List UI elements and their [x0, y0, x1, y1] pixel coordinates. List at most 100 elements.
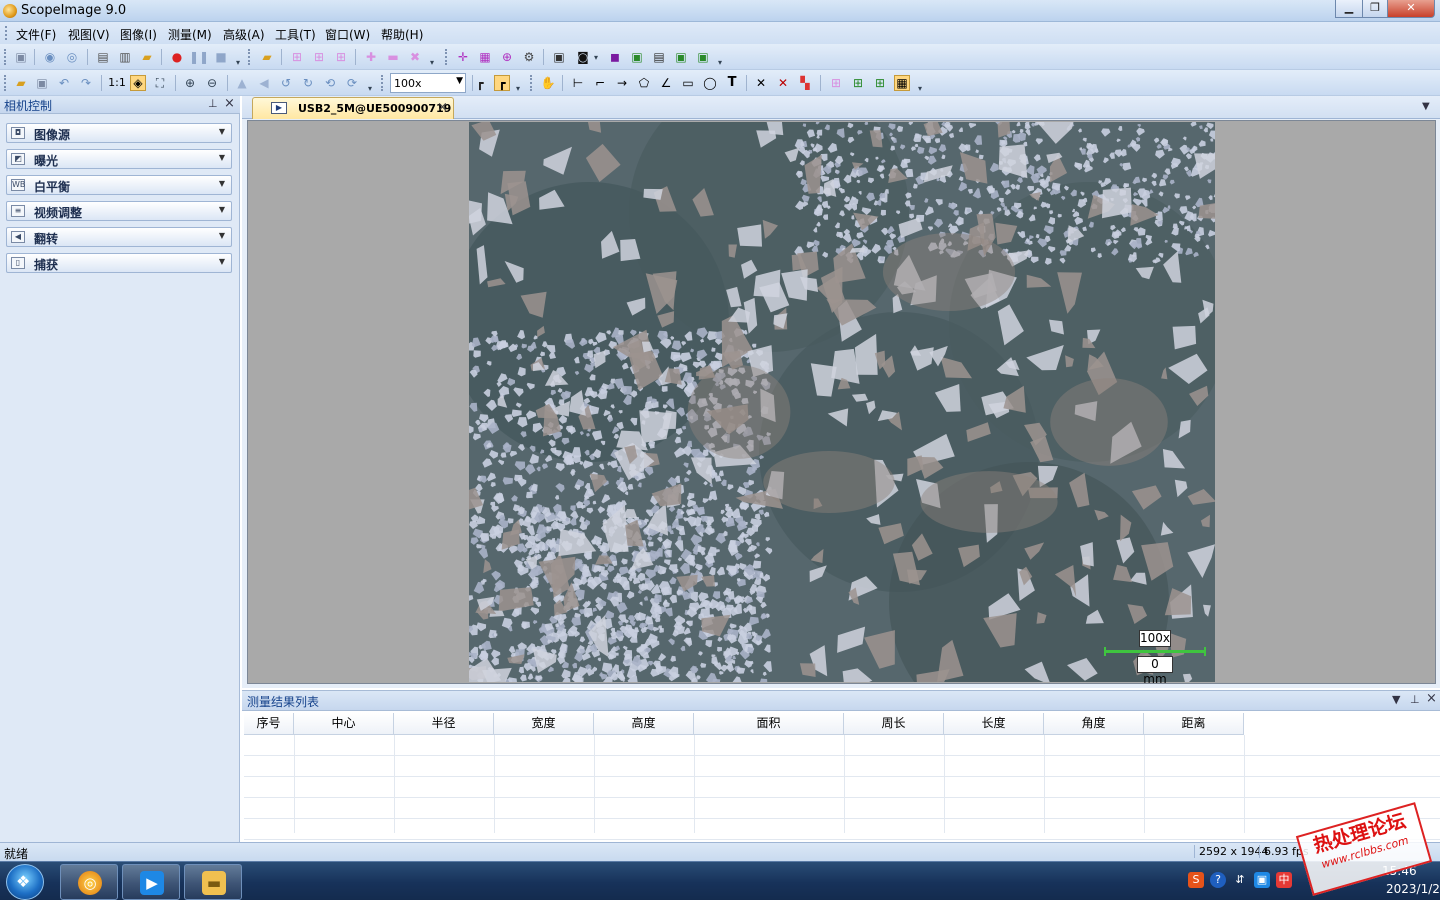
toolbar-overflow-icon[interactable]: ▾ — [236, 58, 243, 68]
group-exposure[interactable]: ◩ 曝光 ▼ — [6, 149, 232, 169]
edf-icon[interactable]: ▣ — [695, 49, 711, 65]
chevron-down-icon[interactable]: ▼ — [219, 127, 225, 136]
zoom-select[interactable]: 100x ▼ — [390, 73, 466, 93]
clock-date[interactable]: 2023/1/29 — [1386, 882, 1440, 896]
pause-icon[interactable]: ◎ — [64, 49, 80, 65]
rotate-free-icon[interactable]: ⟳ — [344, 75, 360, 91]
image-multiply-icon[interactable]: ✖ — [407, 49, 423, 65]
column-header[interactable]: 距离 — [1144, 713, 1244, 735]
ungroup-icon[interactable]: ⊞ — [872, 75, 888, 91]
chevron-down-icon[interactable]: ▼ — [219, 257, 225, 266]
table-row[interactable] — [244, 777, 1440, 798]
close-icon[interactable]: × — [437, 100, 448, 115]
redo-icon[interactable]: ↷ — [78, 75, 94, 91]
scale-overlay[interactable]: 0 mm — [1137, 656, 1173, 686]
toolbar-overflow-icon[interactable]: ▾ — [918, 84, 925, 94]
pin-icon[interactable]: ⊥ — [208, 97, 218, 110]
layers-icon[interactable]: ▚ — [797, 75, 813, 91]
snapshot-icon[interactable]: ▤ — [95, 49, 111, 65]
menu-image[interactable]: 图像(I) — [120, 26, 157, 43]
pan-hand-icon[interactable]: ✋ — [540, 75, 556, 91]
toolbar-overflow-icon[interactable]: ▾ — [368, 84, 375, 94]
record-pause-icon[interactable]: ❚❚ — [189, 49, 209, 65]
column-header[interactable]: 半径 — [394, 713, 494, 735]
toolbar-overflow-icon[interactable]: ▾ — [718, 58, 725, 68]
taskbar-scopeimage[interactable]: ◎ — [60, 864, 118, 900]
tab-menu-icon[interactable]: ▼ — [1422, 101, 1430, 112]
ruler-icon[interactable]: ┏ — [472, 75, 488, 91]
chevron-down-icon[interactable]: ▼ — [456, 76, 463, 86]
menu-grip[interactable] — [5, 26, 8, 40]
micrograph-image[interactable] — [469, 122, 1215, 682]
network-icon[interactable]: ⇵ — [1232, 872, 1248, 888]
toolbar-grip[interactable] — [445, 49, 448, 65]
group-video-adjust[interactable]: ≡ 视频调整 ▼ — [6, 201, 232, 221]
stitch-icon[interactable]: ▣ — [673, 49, 689, 65]
magnification-overlay[interactable]: 100x — [1139, 630, 1171, 647]
open-file-icon[interactable]: ▰ — [13, 75, 29, 91]
group-flip[interactable]: ◀ 翻转 ▼ — [6, 227, 232, 247]
minimize-button[interactable]: ▁ — [1335, 0, 1363, 18]
column-header[interactable]: 长度 — [944, 713, 1044, 735]
image-add-icon[interactable]: ✚ — [363, 49, 379, 65]
grid-icon[interactable]: ▦ — [477, 49, 493, 65]
menu-view[interactable]: 视图(V) — [68, 26, 110, 43]
line-measure-icon[interactable]: ⊢ — [570, 75, 586, 91]
close-icon[interactable]: × — [1426, 691, 1437, 706]
toolbar-grip[interactable] — [248, 49, 251, 65]
video-tray-icon[interactable]: ▣ — [1254, 872, 1270, 888]
toolbar-grip[interactable] — [530, 75, 533, 91]
column-header[interactable]: 周长 — [844, 713, 944, 735]
menu-advanced[interactable]: 高级(A) — [223, 26, 265, 43]
chevron-down-icon[interactable]: ▼ — [219, 231, 225, 240]
taskbar-video-app[interactable]: ▶ — [122, 864, 180, 900]
toolbar-overflow-icon[interactable]: ▾ — [516, 84, 523, 94]
magnification-icon[interactable]: ┏ — [494, 75, 510, 91]
sogou-input-icon[interactable]: S — [1188, 872, 1204, 888]
pin-icon[interactable]: ⊥ — [1410, 693, 1420, 706]
histogram-icon[interactable]: ▣ — [629, 49, 645, 65]
rectangle-icon[interactable]: ▭ — [680, 75, 696, 91]
rotate-180-icon[interactable]: ⟲ — [322, 75, 338, 91]
play-icon[interactable]: ◉ — [42, 49, 58, 65]
zoom-out-icon[interactable]: ⊖ — [204, 75, 220, 91]
menu-file[interactable]: 文件(F) — [16, 26, 56, 43]
align-icon[interactable]: ⊞ — [828, 75, 844, 91]
column-header[interactable]: 角度 — [1044, 713, 1144, 735]
zoom-in-icon[interactable]: ⊕ — [182, 75, 198, 91]
video-source-icon[interactable]: ▣ — [13, 49, 29, 65]
menu-tools[interactable]: 工具(T) — [275, 26, 316, 43]
chevron-down-icon[interactable]: ▼ — [219, 179, 225, 188]
record-stop-icon[interactable]: ■ — [213, 49, 229, 65]
close-icon[interactable]: × — [224, 96, 235, 111]
circle-icon[interactable]: ◯ — [702, 75, 718, 91]
menu-measure[interactable]: 测量(M) — [168, 26, 212, 43]
table-row[interactable] — [244, 798, 1440, 819]
overlay-and-icon[interactable]: ⊞ — [289, 49, 305, 65]
group-capture[interactable]: ▯ 捕获 ▼ — [6, 253, 232, 273]
chevron-down-icon[interactable]: ▼ — [219, 205, 225, 214]
delete-icon[interactable]: ✕ — [753, 75, 769, 91]
target-icon[interactable]: ⊕ — [499, 49, 515, 65]
polyline-icon[interactable]: ⌐ — [592, 75, 608, 91]
table-icon[interactable]: ▦ — [894, 75, 910, 91]
filter-icon[interactable]: ◼ — [607, 49, 623, 65]
image-info-icon[interactable]: ▣ — [551, 49, 567, 65]
open-folder-icon[interactable]: ▰ — [139, 49, 155, 65]
flip-horizontal-icon[interactable]: ◀ — [256, 75, 272, 91]
column-header[interactable]: 面积 — [694, 713, 844, 735]
group-white-balance[interactable]: WB 白平衡 ▼ — [6, 175, 232, 195]
column-header[interactable]: 高度 — [594, 713, 694, 735]
record-icon[interactable]: ● — [169, 49, 185, 65]
group-image-source[interactable]: ◘ 图像源 ▼ — [6, 123, 232, 143]
fit-window-icon[interactable]: ◈ — [130, 75, 146, 91]
polygon-icon[interactable]: ⬠ — [636, 75, 652, 91]
close-button[interactable]: ✕ — [1387, 0, 1435, 18]
table-row[interactable] — [244, 756, 1440, 777]
document-tab[interactable]: ▶ USB2_5M@UE500900719 × — [252, 97, 454, 119]
toolbar-grip[interactable] — [381, 75, 384, 91]
fullscreen-icon[interactable]: ⛶ — [152, 75, 168, 91]
rotate-right-icon[interactable]: ↻ — [300, 75, 316, 91]
batch-capture-icon[interactable]: ▥ — [117, 49, 133, 65]
restore-button[interactable]: ❐ — [1362, 0, 1388, 18]
